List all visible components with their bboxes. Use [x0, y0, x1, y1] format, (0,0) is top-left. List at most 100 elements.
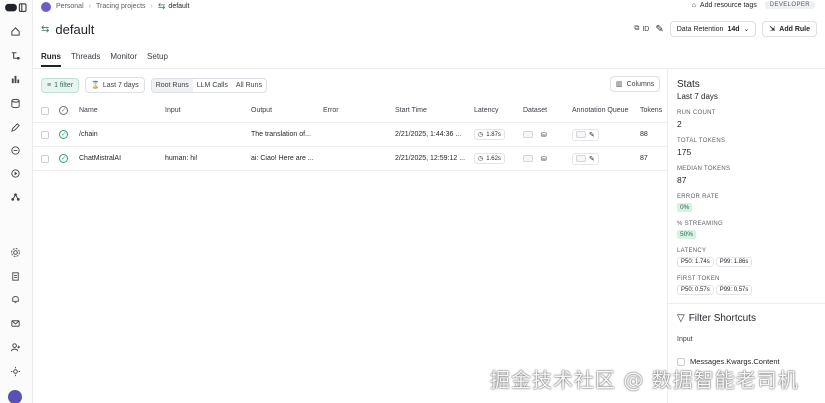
add-to-dataset-icon[interactable]	[523, 155, 533, 162]
breadcrumb-separator: ›	[88, 3, 91, 10]
deployments-icon[interactable]	[9, 191, 21, 203]
prompts-icon[interactable]	[9, 144, 21, 156]
workspace-avatar	[41, 1, 51, 12]
row-checkbox[interactable]	[41, 147, 49, 170]
database-icon[interactable]: ⛁	[541, 155, 547, 163]
table-row[interactable]: ✓ ChatMistralAI human: hi! ai: Ciao! Her…	[33, 147, 667, 171]
user-avatar[interactable]	[8, 390, 22, 403]
docs-icon[interactable]	[9, 270, 21, 282]
add-to-dataset-icon[interactable]	[523, 131, 533, 138]
date-range-label: Last 7 days	[102, 81, 139, 89]
left-nav-rail	[0, 0, 33, 403]
notifications-icon[interactable]	[9, 293, 21, 305]
copy-id-label: ID	[642, 25, 650, 33]
columns-button[interactable]: ▥ Columns	[610, 76, 661, 92]
add-rule-button[interactable]: ⇲ Add Rule	[762, 21, 817, 37]
filter-bar: ≡ 1 filter ⌛ Last 7 days Root Runs LLM C…	[41, 77, 267, 93]
latency-value: 1.87s	[486, 131, 501, 138]
col-output[interactable]: Output	[251, 99, 272, 122]
col-dataset[interactable]: Dataset	[523, 99, 547, 122]
stat-first-token: FIRST TOKEN P50: 0.57s P99: 0.57s	[677, 276, 825, 295]
llm-calls-toggle[interactable]: LLM Calls	[193, 79, 232, 92]
run-name[interactable]: ChatMistralAI	[79, 147, 121, 170]
stat-median-tokens: MEDIAN TOKENS 87	[677, 166, 825, 185]
filter-shortcuts-title: Filter Shortcuts	[688, 313, 756, 324]
run-output: The translation of...	[251, 131, 311, 138]
stats-range: Last 7 days	[677, 92, 718, 101]
stat-label: LATENCY	[677, 248, 707, 254]
stat-badge: 50%	[677, 230, 697, 239]
tab-setup[interactable]: Setup	[147, 52, 168, 67]
run-output: ai: Ciao! Here are ...	[251, 155, 314, 162]
col-input[interactable]: Input	[165, 99, 181, 122]
col-error[interactable]: Error	[323, 99, 339, 122]
annotation-icon[interactable]	[9, 121, 21, 133]
breadcrumb-section[interactable]: Tracing projects	[96, 3, 146, 10]
filter-button[interactable]: ≡ 1 filter	[41, 77, 80, 93]
rule-icon: ⇲	[769, 26, 776, 33]
stat-total-tokens: TOTAL TOKENS 175	[677, 138, 825, 157]
col-tokens[interactable]: Tokens	[640, 99, 662, 122]
add-resource-tags-button[interactable]: ⌂ Add resource tags	[692, 2, 757, 9]
col-latency[interactable]: Latency	[474, 99, 499, 122]
run-dataset: ⛁	[523, 147, 547, 170]
run-dataset: ⛁	[523, 123, 547, 146]
stat-label: MEDIAN TOKENS	[677, 166, 731, 172]
run-latency: ◷ 1.62s	[474, 147, 505, 170]
dashboards-icon[interactable]	[9, 73, 21, 85]
date-range-button[interactable]: ⌛ Last 7 days	[85, 77, 145, 93]
home-icon[interactable]	[9, 25, 21, 37]
run-start-time: 2/21/2025, 12:59:12 ...	[395, 155, 466, 162]
select-all-checkbox[interactable]	[41, 99, 49, 122]
annotation-queue-button[interactable]: ✎	[572, 152, 599, 165]
annotation-queue-button[interactable]: ✎	[572, 128, 599, 141]
langsmith-logo-icon[interactable]	[3, 2, 29, 14]
add-resource-tags-label: Add resource tags	[699, 1, 757, 9]
breadcrumb-workspace[interactable]: Personal	[56, 3, 84, 10]
runs-table: ✓ Name Input Output Error Start Time Lat…	[33, 99, 667, 171]
data-retention-value: 14d	[727, 25, 740, 33]
tab-monitor[interactable]: Monitor	[110, 52, 137, 67]
tab-runs[interactable]: Runs	[41, 52, 61, 67]
playground-icon[interactable]	[9, 167, 21, 179]
all-runs-toggle[interactable]: All Runs	[232, 79, 266, 92]
stat-run-count: RUN COUNT 2	[677, 110, 825, 129]
stat-badge: 0%	[677, 203, 693, 212]
queue-icon	[576, 131, 586, 138]
table-row[interactable]: ✓ /chain The translation of... 2/21/2025…	[33, 123, 667, 147]
data-retention-select[interactable]: Data Retention 14d ⌄	[669, 21, 757, 37]
mail-icon[interactable]	[9, 317, 21, 329]
run-name[interactable]: /chain	[79, 123, 98, 146]
tab-threads[interactable]: Threads	[71, 52, 100, 67]
col-annotation-queue[interactable]: Annotation Queue	[572, 99, 628, 122]
root-runs-toggle[interactable]: Root Runs	[151, 78, 193, 92]
col-start-time[interactable]: Start Time	[395, 99, 427, 122]
breadcrumb-separator: ›	[150, 3, 153, 10]
breadcrumb-current-label: default	[168, 3, 190, 10]
project-icon: ⇆	[157, 1, 166, 11]
copy-id-button[interactable]: ⧉ ID	[634, 25, 649, 33]
stat-value: 175	[677, 147, 692, 157]
filter-shortcut-input[interactable]: Input	[677, 336, 825, 343]
theme-toggle-icon[interactable]	[9, 365, 21, 377]
first-token-p50: P50: 0.57s	[677, 285, 714, 295]
page-title: default	[55, 22, 95, 37]
developer-badge: DEVELOPER	[764, 1, 815, 9]
tracing-projects-icon[interactable]	[9, 49, 21, 61]
status-header-icon: ✓	[59, 106, 68, 115]
clock-icon: ◷	[478, 156, 484, 162]
database-icon[interactable]: ⛁	[541, 131, 547, 139]
settings-icon[interactable]	[9, 246, 21, 258]
stat-value: 2	[677, 119, 682, 129]
stat-label: FIRST TOKEN	[677, 276, 720, 282]
queue-icon	[576, 155, 586, 162]
datasets-icon[interactable]	[9, 97, 21, 109]
pencil-icon: ✎	[589, 131, 595, 139]
watermark: 掘金技术社区 @ 数据智能老司机	[490, 368, 799, 392]
col-name[interactable]: Name	[79, 99, 98, 122]
run-annotation-queue: ✎	[572, 123, 599, 146]
edit-icon[interactable]: ✎	[655, 24, 663, 35]
row-checkbox[interactable]	[41, 123, 49, 146]
add-user-icon[interactable]	[9, 341, 21, 353]
stat-error-rate: ERROR RATE 0%	[677, 194, 825, 212]
